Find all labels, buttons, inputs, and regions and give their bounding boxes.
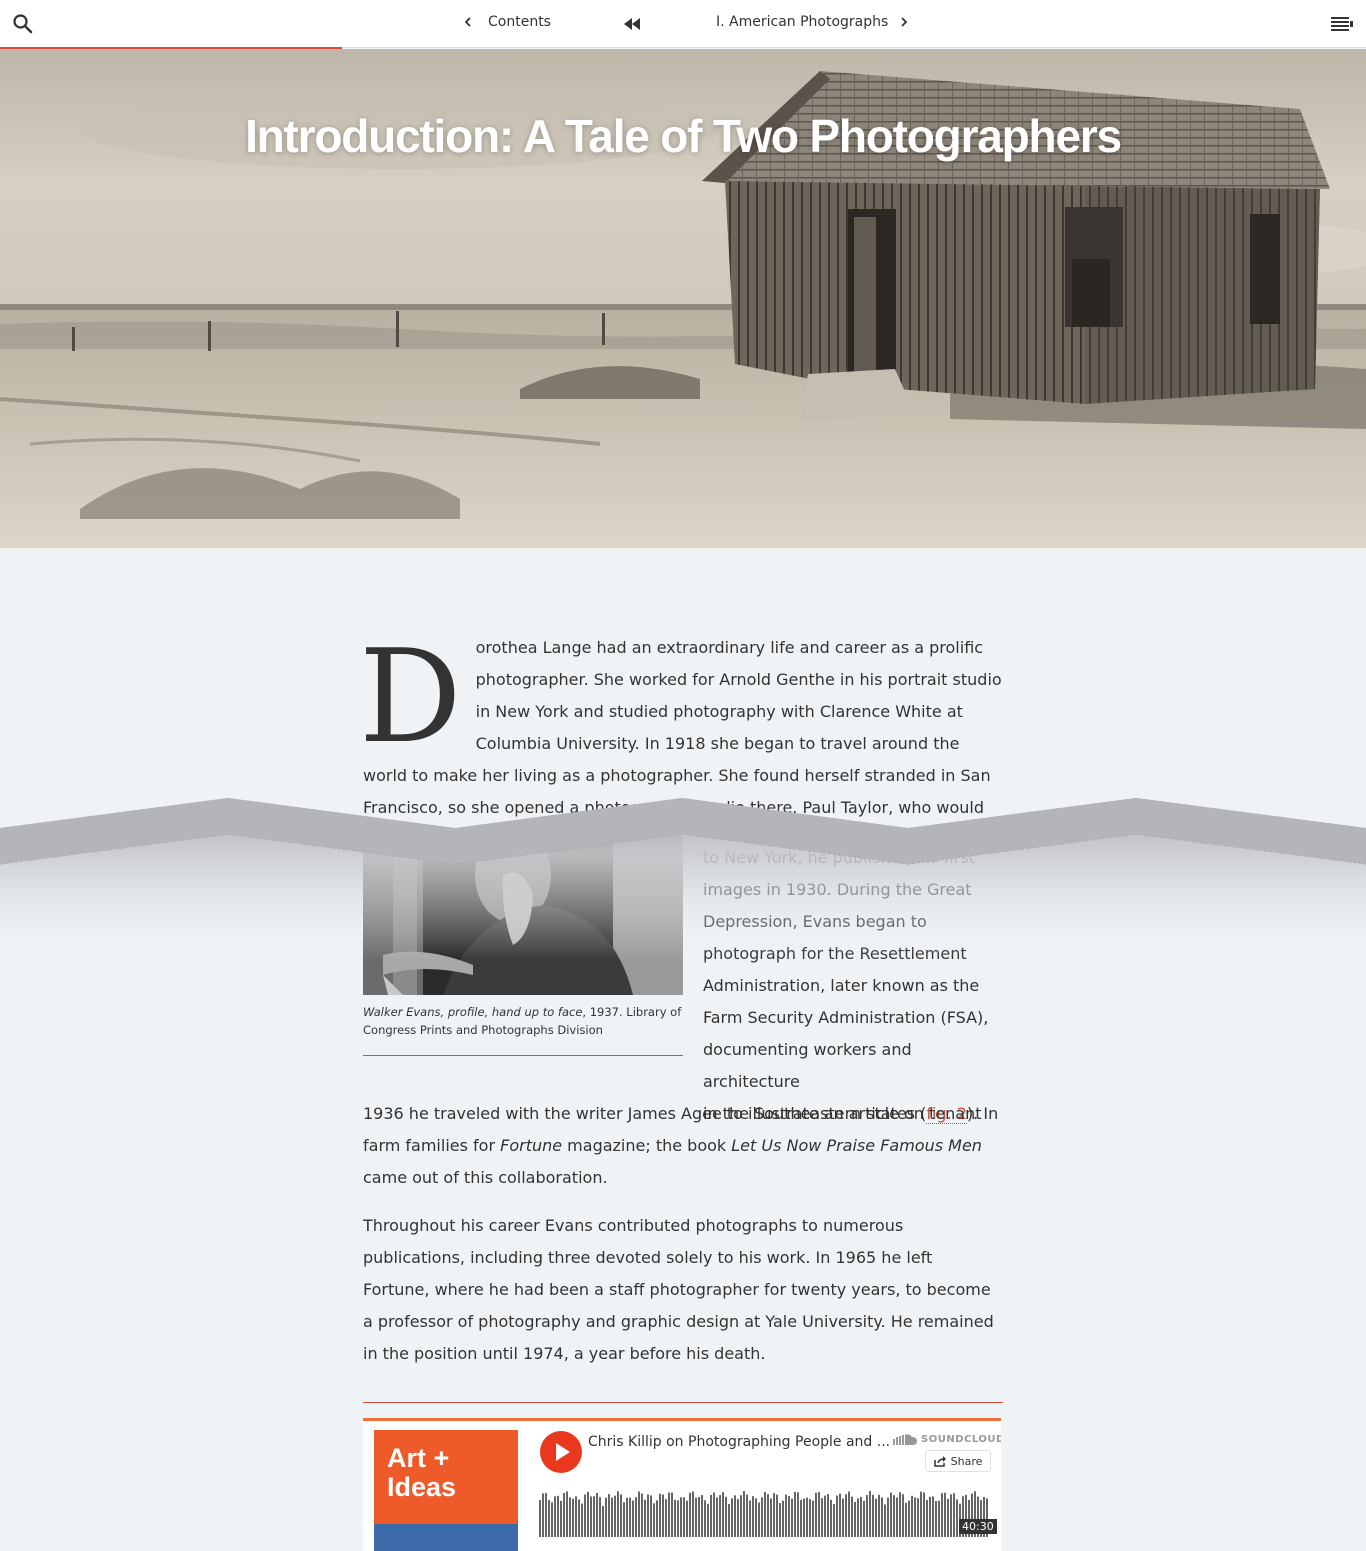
share-button[interactable]: Share [925, 1450, 991, 1472]
paragraph-2-line: images in 1930. During the Great [703, 880, 972, 899]
search-button[interactable] [12, 13, 34, 35]
table-of-contents-button[interactable] [1331, 15, 1353, 33]
play-button[interactable] [540, 1431, 582, 1473]
book-title: Let Us Now Praise Famous Men [731, 1136, 982, 1155]
page-title: Introduction: A Tale of Two Photographer… [245, 110, 1122, 162]
caption-divider [363, 1055, 683, 1056]
soundcloud-player: Art + Ideas Chris Killip on Photographin… [363, 1418, 1001, 1551]
search-icon [13, 14, 33, 34]
share-label: Share [950, 1454, 983, 1468]
paragraph-2-line: to New York, he published his first [703, 848, 975, 867]
caption-title: Walker Evans, profile, hand up to face [363, 1005, 583, 1019]
drop-cap: D [359, 623, 462, 772]
previous-page-link[interactable]: Contents [462, 14, 551, 30]
artwork-stripe [374, 1524, 518, 1551]
section-divider [363, 1402, 1003, 1403]
artwork-text-line: Art + [387, 1443, 450, 1473]
soundcloud-brand[interactable]: SOUNDCLOUD [893, 1433, 1001, 1445]
paragraph-2-line: documenting workers and architecture [703, 1040, 912, 1091]
next-page-link[interactable]: I. American Photographs [716, 14, 910, 30]
article-intro: D orothea Lange had an extraordinary lif… [359, 632, 1003, 856]
hero-banner: Introduction: A Tale of Two Photographer… [0, 49, 1366, 548]
previous-page-label: Contents [488, 14, 551, 30]
paragraph-2-line: photograph for the Resettlement [703, 944, 967, 963]
text-segment: came out of this collaboration. [363, 1168, 608, 1187]
top-navigation-bar: Contents I. American Photographs [0, 0, 1366, 48]
paragraph-2-line: Administration, later known as the [703, 976, 980, 995]
artwork-text-line: Ideas [387, 1472, 457, 1502]
waveform-scrubber[interactable] [539, 1489, 991, 1537]
paragraph-2-line: Depression, Evans began to [703, 912, 927, 931]
walker-evans-portrait-image [363, 835, 683, 995]
track-title[interactable]: Chris Killip on Photographing People and… [588, 1434, 890, 1450]
publication-title: Fortune [500, 1136, 563, 1155]
chevron-left-icon [464, 17, 471, 27]
figure-caption: Walker Evans, profile, hand up to face, … [363, 1003, 683, 1039]
artwork-text: Art + Ideas [387, 1444, 456, 1502]
share-icon [933, 1455, 946, 1467]
paragraph-2-line: Farm Security Administration (FSA), [703, 1008, 989, 1027]
paragraph-2-continued: 1936 he traveled with the writer James A… [363, 1098, 1003, 1194]
figure-walker-evans[interactable]: Walker Evans, profile, hand up to face, … [363, 835, 683, 1056]
paragraph-3: Throughout his career Evans contributed … [363, 1216, 994, 1363]
soundcloud-label: SOUNDCLOUD [921, 1433, 1001, 1445]
podcast-artwork[interactable]: Art + Ideas [374, 1430, 518, 1551]
paragraph-2-column: to New York, he published his first imag… [703, 842, 1003, 1130]
play-icon [556, 1443, 570, 1461]
text-segment: magazine; the book [562, 1136, 732, 1155]
chevron-right-icon [901, 17, 908, 27]
track-duration: 40:30 [959, 1519, 997, 1534]
toc-menu-icon [1331, 17, 1353, 31]
paragraph-1: D orothea Lange had an extraordinary lif… [359, 632, 1003, 856]
reading-progress-bar [0, 47, 342, 49]
rewind-to-start-icon [624, 18, 640, 30]
next-page-label: I. American Photographs [716, 14, 889, 30]
soundcloud-logo-icon [893, 1434, 917, 1445]
figure-photo[interactable] [363, 835, 683, 995]
first-page-button[interactable] [622, 16, 642, 32]
